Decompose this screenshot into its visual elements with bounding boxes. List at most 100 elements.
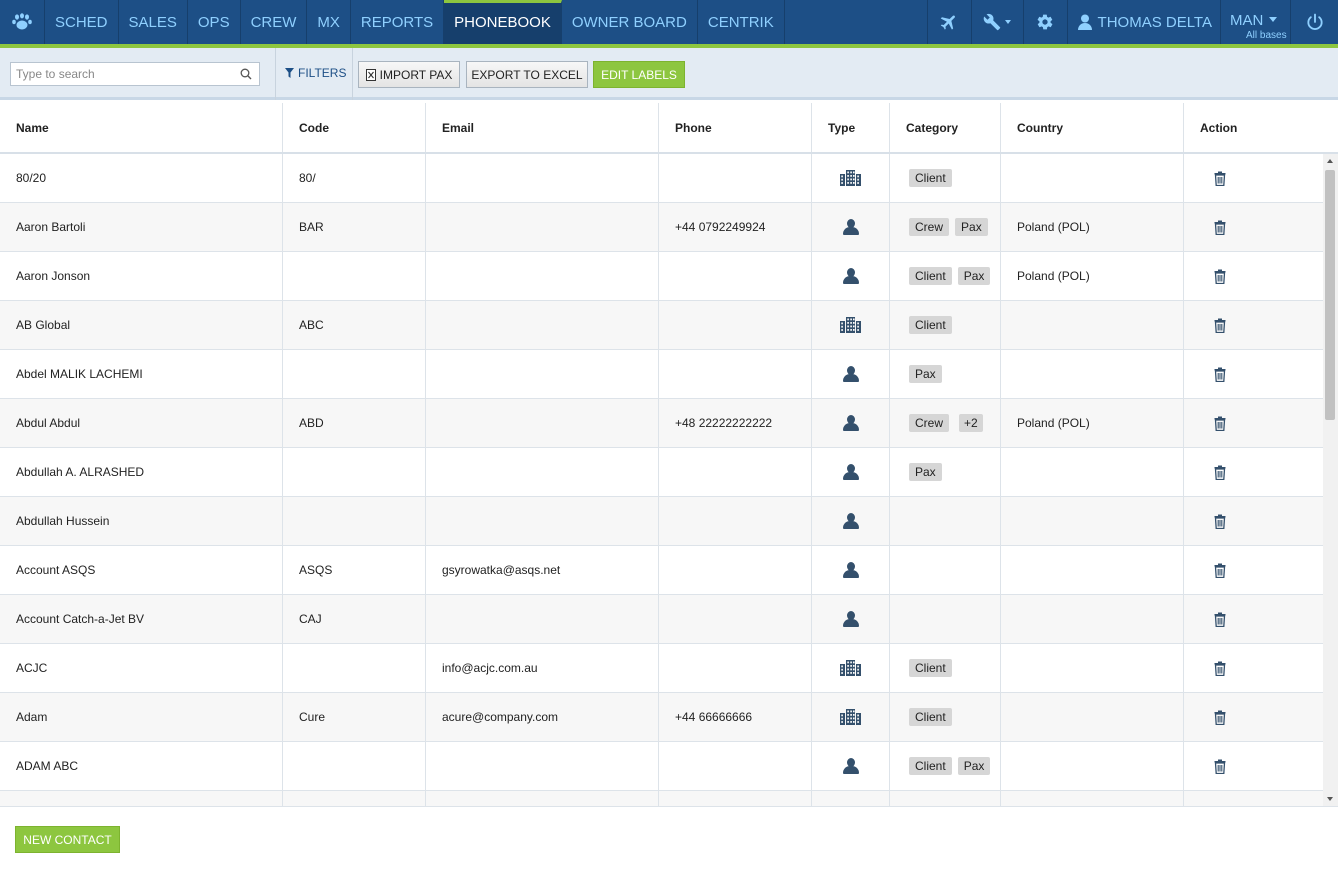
nav-item-mx[interactable]: MX	[307, 0, 351, 44]
column-header-type[interactable]: Type	[812, 103, 890, 152]
footer-divider	[0, 806, 1338, 807]
category-badge: Pax	[957, 267, 991, 285]
scrollbar-thumb[interactable]	[1325, 170, 1335, 420]
cell-category: Crew +2	[890, 399, 1001, 447]
table-row[interactable]: Abdullah A. ALRASHED Pax	[0, 448, 1323, 497]
delete-contact-button[interactable]	[1214, 661, 1226, 676]
nav-item-ops[interactable]: OPS	[188, 0, 241, 44]
category-badge: Client	[909, 757, 952, 775]
nav-item-crew[interactable]: CREW	[241, 0, 308, 44]
column-header-action[interactable]: Action	[1184, 103, 1338, 152]
nav-item-phonebook[interactable]: PHONEBOOK	[444, 0, 562, 44]
trash-icon	[1214, 612, 1226, 627]
more-categories-badge[interactable]: +2	[959, 414, 983, 432]
scroll-up-arrow-icon[interactable]	[1327, 159, 1333, 163]
search-input[interactable]	[11, 63, 235, 85]
new-contact-button[interactable]: NEW CONTACT	[15, 826, 120, 853]
column-header-phone[interactable]: Phone	[659, 103, 812, 152]
category-badge: Pax	[909, 463, 942, 481]
person-icon	[842, 758, 859, 774]
delete-contact-button[interactable]	[1214, 710, 1226, 725]
cell-country	[1001, 350, 1184, 398]
cell-category	[890, 546, 1001, 594]
cell-code	[283, 350, 426, 398]
table-row[interactable]: Abdel MALIK LACHEMI Pax	[0, 350, 1323, 399]
table-row[interactable]: Adam Cure acure@company.com +44 66666666 Cli…	[0, 693, 1323, 742]
cell-country	[1001, 742, 1184, 790]
cell-category	[890, 497, 1001, 545]
delete-contact-button[interactable]	[1214, 612, 1226, 627]
cell-country	[1001, 595, 1184, 643]
cell-code: Cure	[283, 693, 426, 741]
export-excel-button[interactable]: EXPORT TO EXCEL	[466, 61, 588, 88]
nav-item-centrik[interactable]: CENTRIK	[698, 0, 785, 44]
table-row[interactable]: Abdullah Hussein	[0, 497, 1323, 546]
cell-country	[1001, 644, 1184, 692]
table-row[interactable]: Account Catch-a-Jet BV CAJ	[0, 595, 1323, 644]
column-header-category[interactable]: Category	[890, 103, 1001, 152]
person-icon	[842, 366, 859, 382]
toolbar-divider	[352, 48, 353, 100]
cell-email	[426, 595, 659, 643]
cell-country	[1001, 154, 1184, 202]
table-row[interactable]: Aaron Jonson Client Pax Poland (POL)	[0, 252, 1323, 301]
cell-action	[1184, 791, 1256, 806]
delete-contact-button[interactable]	[1214, 220, 1226, 235]
category-badge: Client	[909, 169, 952, 187]
edit-labels-button[interactable]: EDIT LABELS	[593, 61, 685, 88]
table-scrollbar[interactable]	[1323, 154, 1338, 806]
excel-file-icon	[365, 68, 376, 81]
delete-contact-button[interactable]	[1214, 465, 1226, 480]
column-header-country[interactable]: Country	[1001, 103, 1184, 152]
table-row[interactable]: AB Global ABC Client	[0, 301, 1323, 350]
user-icon	[1077, 14, 1092, 30]
table-row[interactable]	[0, 791, 1323, 806]
cell-action	[1184, 399, 1256, 447]
cell-name: Abdullah A. ALRASHED	[0, 448, 283, 496]
delete-contact-button[interactable]	[1214, 367, 1226, 382]
app-logo[interactable]	[0, 0, 45, 44]
scroll-down-arrow-icon[interactable]	[1327, 797, 1333, 801]
nav-item-owner-board[interactable]: OWNER BOARD	[562, 0, 698, 44]
nav-item-sched[interactable]: SCHED	[45, 0, 119, 44]
cell-country: Poland (POL)	[1001, 399, 1184, 447]
base-selector[interactable]: MAN All bases	[1220, 0, 1290, 44]
cell-country	[1001, 791, 1184, 806]
nav-menu: SCHED SALES OPS CREW MX REPORTS PHONEBOOK OWNER…	[45, 0, 785, 44]
table-row[interactable]: 80/20 80/Client	[0, 154, 1323, 203]
settings-button[interactable]	[1022, 0, 1067, 44]
search-icon[interactable]	[240, 68, 252, 80]
cell-email	[426, 203, 659, 251]
filters-button[interactable]: FILTERS	[285, 66, 346, 80]
cell-code	[283, 252, 426, 300]
delete-contact-button[interactable]	[1214, 514, 1226, 529]
delete-contact-button[interactable]	[1214, 318, 1226, 333]
trash-icon	[1214, 416, 1226, 431]
delete-contact-button[interactable]	[1214, 563, 1226, 578]
column-header-name[interactable]: Name	[0, 103, 283, 152]
cell-action	[1184, 693, 1256, 741]
chevron-down-icon	[1269, 17, 1277, 22]
delete-contact-button[interactable]	[1214, 269, 1226, 284]
nav-item-sales[interactable]: SALES	[119, 0, 188, 44]
table-row[interactable]: ACJC info@acjc.com.au Client	[0, 644, 1323, 693]
tools-menu-button[interactable]	[970, 0, 1023, 44]
user-menu[interactable]: THOMAS DELTA	[1066, 0, 1220, 44]
delete-contact-button[interactable]	[1214, 416, 1226, 431]
trash-icon	[1214, 710, 1226, 725]
column-header-email[interactable]: Email	[426, 103, 659, 152]
delete-contact-button[interactable]	[1214, 171, 1226, 186]
flight-button[interactable]	[926, 0, 971, 44]
nav-item-reports[interactable]: REPORTS	[351, 0, 445, 44]
table-row[interactable]: ADAM ABC Client Pax	[0, 742, 1323, 791]
table-row[interactable]: Account ASQS ASQS gsyrowatka@asqs.net	[0, 546, 1323, 595]
cell-phone	[659, 497, 812, 545]
table-row[interactable]: Abdul Abdul ABD +48 22222222222 Crew +2 Polan…	[0, 399, 1323, 448]
cell-action	[1184, 252, 1256, 300]
export-excel-label: EXPORT TO EXCEL	[471, 67, 583, 82]
table-row[interactable]: Aaron Bartoli BAR +44 0792249924 Crew Pax Pol…	[0, 203, 1323, 252]
logout-button[interactable]	[1290, 0, 1338, 44]
import-pax-button[interactable]: IMPORT PAX	[358, 61, 460, 88]
column-header-code[interactable]: Code	[283, 103, 426, 152]
delete-contact-button[interactable]	[1214, 759, 1226, 774]
